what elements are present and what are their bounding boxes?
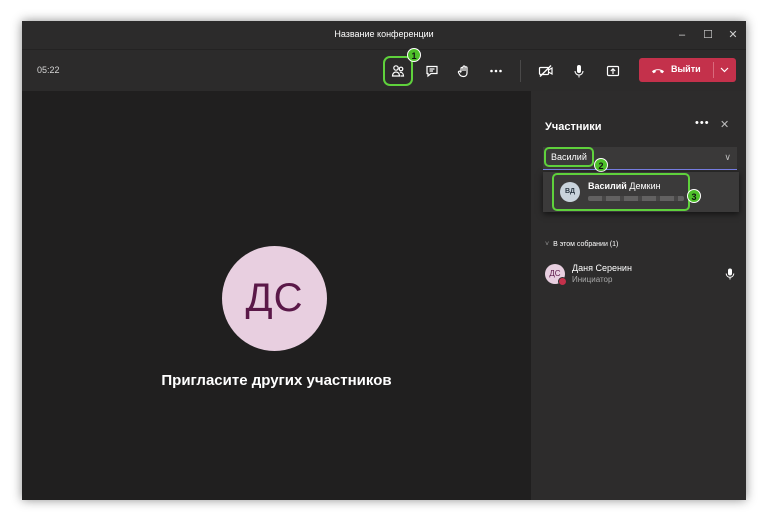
invite-message: Пригласите других участников — [161, 372, 392, 389]
minimize-button[interactable]: – — [673, 26, 691, 44]
show-participants-button[interactable] — [383, 56, 413, 86]
participant-row[interactable]: ДС Даня Серенин Инициатор — [545, 261, 740, 287]
microphone-toggle-button[interactable] — [566, 58, 592, 84]
participants-panel: Участники ••• ✕ Василий ∨ 2 ВД Василий Д… — [531, 91, 746, 500]
collapse-caret-icon: ˅ — [545, 241, 550, 248]
meeting-stage: ДС Пригласите других участников — [22, 91, 531, 500]
microphone-icon — [725, 268, 735, 280]
share-screen-button[interactable] — [600, 58, 626, 84]
camera-toggle-button[interactable] — [533, 58, 559, 84]
window-title: Название конференции — [334, 29, 434, 39]
step-badge-3: 3 — [687, 189, 701, 203]
meeting-toolbar: 05:22 1 Выйти — [22, 48, 746, 92]
suggestion-email-redacted — [588, 196, 684, 201]
participant-avatar-large: ДС — [222, 246, 327, 351]
title-bar: Название конференции – ☐ ✕ — [22, 21, 746, 49]
chat-button[interactable] — [419, 58, 445, 84]
people-icon — [391, 65, 405, 77]
raise-hand-button[interactable] — [451, 58, 477, 84]
leave-label: Выйти — [671, 64, 701, 74]
more-icon — [490, 69, 502, 73]
chevron-down-icon[interactable]: ∨ — [724, 152, 731, 163]
suggestion-name: Василий Демкин — [588, 181, 661, 191]
panel-title: Участники — [545, 121, 602, 133]
search-suggestions: ВД Василий Демкин — [543, 172, 739, 212]
maximize-button[interactable]: ☐ — [699, 26, 717, 44]
participant-search-input[interactable]: Василий ∨ — [543, 147, 737, 170]
leave-divider — [713, 62, 714, 78]
share-screen-icon — [606, 65, 620, 77]
suggestion-avatar: ВД — [560, 182, 580, 202]
search-value: Василий — [544, 147, 594, 167]
panel-close-button[interactable]: ✕ — [720, 118, 729, 131]
camera-off-icon — [538, 65, 553, 77]
toolbar-divider — [520, 60, 521, 82]
more-actions-button[interactable] — [483, 58, 509, 84]
microphone-icon — [574, 65, 584, 78]
leave-button[interactable]: Выйти — [639, 58, 736, 82]
chevron-down-icon[interactable] — [720, 67, 729, 73]
participant-role: Инициатор — [572, 275, 613, 284]
meeting-window: Название конференции – ☐ ✕ 05:22 1 Выйти… — [22, 21, 746, 500]
status-busy-icon — [558, 277, 567, 286]
participant-name: Даня Серенин — [572, 263, 632, 273]
close-window-button[interactable]: ✕ — [724, 26, 742, 44]
panel-more-button[interactable]: ••• — [695, 117, 710, 129]
suggestion-item[interactable]: ВД Василий Демкин — [552, 173, 690, 211]
chat-icon — [426, 65, 438, 78]
hang-up-icon — [652, 69, 664, 74]
in-meeting-section-header[interactable]: ˅ В этом собрании (1) — [545, 241, 618, 248]
call-timer: 05:22 — [37, 65, 60, 75]
raise-hand-icon — [457, 65, 468, 78]
step-badge-2: 2 — [594, 158, 608, 172]
